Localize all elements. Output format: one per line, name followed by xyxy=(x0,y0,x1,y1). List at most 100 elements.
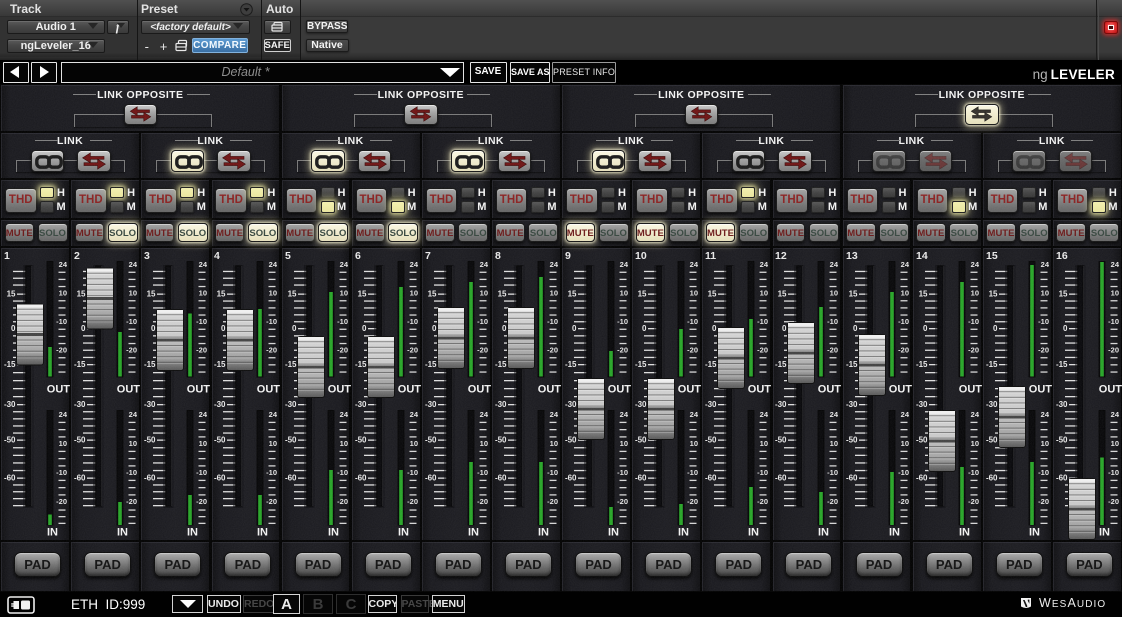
svg-text:24: 24 xyxy=(550,410,559,419)
svg-text:24: 24 xyxy=(760,260,769,269)
svg-text:IN: IN xyxy=(1099,527,1110,539)
svg-text:OUT: OUT xyxy=(47,384,71,396)
svg-text:-10: -10 xyxy=(126,317,137,326)
svg-text:24: 24 xyxy=(409,260,418,269)
svg-text:11: 11 xyxy=(705,250,716,262)
svg-text:10: 10 xyxy=(760,289,768,298)
svg-text:-50: -50 xyxy=(495,435,507,444)
svg-text:-30: -30 xyxy=(144,400,156,409)
svg-text:-20: -20 xyxy=(477,346,488,355)
svg-text:-50: -50 xyxy=(1056,435,1068,444)
svg-text:10: 10 xyxy=(339,439,347,448)
svg-text:10: 10 xyxy=(550,439,558,448)
svg-text:-50: -50 xyxy=(565,435,577,444)
svg-text:0: 0 xyxy=(782,324,787,333)
svg-text:IN: IN xyxy=(328,527,339,539)
svg-text:0: 0 xyxy=(642,324,647,333)
svg-text:-50: -50 xyxy=(355,435,367,444)
svg-text:-20: -20 xyxy=(337,346,348,355)
svg-text:-30: -30 xyxy=(635,400,647,409)
svg-text:24: 24 xyxy=(1040,260,1049,269)
svg-text:-30: -30 xyxy=(495,400,507,409)
svg-text:16: 16 xyxy=(1056,250,1068,262)
svg-text:24: 24 xyxy=(620,260,629,269)
svg-text:-20: -20 xyxy=(1038,497,1049,506)
svg-text:0: 0 xyxy=(502,324,507,333)
svg-text:10: 10 xyxy=(479,439,487,448)
svg-text:0: 0 xyxy=(432,324,437,333)
svg-text:-60: -60 xyxy=(284,473,296,482)
svg-text:24: 24 xyxy=(900,410,909,419)
svg-text:-20: -20 xyxy=(898,497,909,506)
svg-text:-10: -10 xyxy=(898,468,909,477)
svg-text:-50: -50 xyxy=(214,435,226,444)
svg-text:24: 24 xyxy=(409,410,418,419)
svg-text:OUT: OUT xyxy=(538,384,562,396)
svg-text:15: 15 xyxy=(778,289,787,298)
svg-text:-10: -10 xyxy=(267,317,278,326)
svg-text:-10: -10 xyxy=(196,317,207,326)
svg-text:-50: -50 xyxy=(4,435,16,444)
svg-text:15: 15 xyxy=(217,289,226,298)
svg-text:-60: -60 xyxy=(74,473,86,482)
svg-text:10: 10 xyxy=(409,439,417,448)
svg-text:-50: -50 xyxy=(775,435,787,444)
svg-text:0: 0 xyxy=(572,324,577,333)
svg-text:24: 24 xyxy=(830,260,839,269)
svg-text:10: 10 xyxy=(129,289,137,298)
svg-text:15: 15 xyxy=(918,289,927,298)
svg-text:-20: -20 xyxy=(757,497,768,506)
svg-text:1: 1 xyxy=(4,250,10,262)
svg-text:10: 10 xyxy=(635,250,647,262)
svg-text:-10: -10 xyxy=(337,468,348,477)
svg-text:15: 15 xyxy=(848,289,857,298)
svg-text:OUT: OUT xyxy=(257,384,281,396)
svg-text:0: 0 xyxy=(292,324,297,333)
svg-text:-20: -20 xyxy=(968,497,979,506)
svg-text:OUT: OUT xyxy=(117,384,141,396)
svg-text:24: 24 xyxy=(620,410,629,419)
svg-text:-10: -10 xyxy=(547,468,558,477)
svg-text:24: 24 xyxy=(339,260,348,269)
svg-text:-10: -10 xyxy=(547,317,558,326)
svg-text:24: 24 xyxy=(550,260,559,269)
svg-text:OUT: OUT xyxy=(327,384,351,396)
svg-text:10: 10 xyxy=(900,289,908,298)
svg-text:15: 15 xyxy=(147,289,156,298)
svg-text:-60: -60 xyxy=(986,473,998,482)
svg-text:-10: -10 xyxy=(407,468,418,477)
svg-text:15: 15 xyxy=(986,250,998,262)
svg-text:-20: -20 xyxy=(968,346,979,355)
svg-text:24: 24 xyxy=(199,260,208,269)
svg-text:-50: -50 xyxy=(425,435,437,444)
svg-text:-20: -20 xyxy=(126,346,137,355)
svg-text:-10: -10 xyxy=(617,468,628,477)
svg-text:-20: -20 xyxy=(1108,346,1119,355)
svg-text:24: 24 xyxy=(269,260,278,269)
svg-text:24: 24 xyxy=(900,260,909,269)
svg-text:IN: IN xyxy=(468,527,479,539)
svg-text:-20: -20 xyxy=(1108,497,1119,506)
svg-text:10: 10 xyxy=(1040,289,1048,298)
svg-text:24: 24 xyxy=(339,410,348,419)
svg-text:-10: -10 xyxy=(968,468,979,477)
svg-text:-30: -30 xyxy=(775,400,787,409)
svg-text:-20: -20 xyxy=(687,346,698,355)
svg-text:-10: -10 xyxy=(56,317,67,326)
svg-text:24: 24 xyxy=(269,410,278,419)
svg-text:24: 24 xyxy=(970,260,979,269)
svg-text:-15: -15 xyxy=(916,360,928,369)
svg-text:OUT: OUT xyxy=(888,384,912,396)
svg-text:-10: -10 xyxy=(687,317,698,326)
svg-text:-15: -15 xyxy=(284,360,296,369)
svg-text:-60: -60 xyxy=(565,473,577,482)
svg-text:15: 15 xyxy=(638,289,647,298)
svg-text:0: 0 xyxy=(11,324,16,333)
svg-text:OUT: OUT xyxy=(608,384,632,396)
svg-text:10: 10 xyxy=(1040,439,1048,448)
svg-text:-20: -20 xyxy=(56,346,67,355)
svg-text:-15: -15 xyxy=(775,360,787,369)
svg-text:24: 24 xyxy=(1111,260,1120,269)
svg-text:10: 10 xyxy=(620,439,628,448)
svg-text:-30: -30 xyxy=(425,400,437,409)
